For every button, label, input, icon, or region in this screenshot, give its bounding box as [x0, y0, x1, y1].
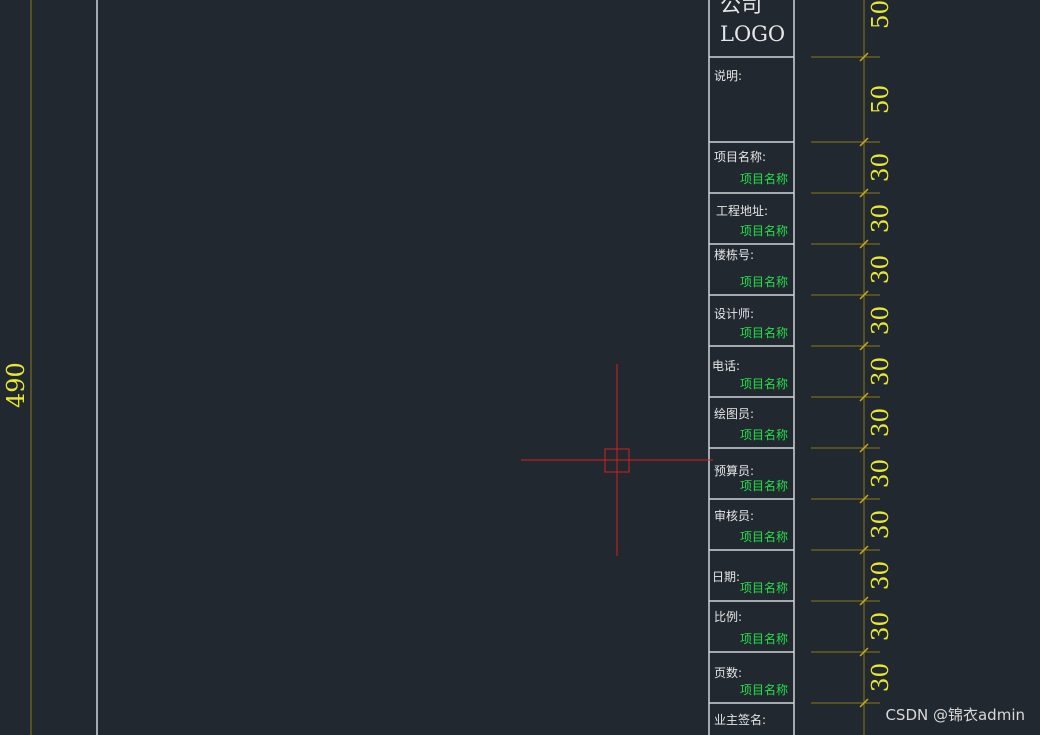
dimension-text: 30 — [868, 255, 894, 284]
title-block-label: 审核员: — [714, 509, 755, 523]
title-block-value[interactable]: 项目名称 — [740, 273, 788, 290]
drawing-canvas[interactable]: 490 50 50 30 30 30 30 30 30 30 30 30 30 30 — [0, 0, 1040, 735]
dimension-text: 30 — [868, 612, 894, 641]
logo-line-1: 公司 — [720, 0, 762, 17]
title-block-label: 楼栋号: — [714, 248, 755, 262]
title-block-value[interactable]: 项目名称 — [740, 681, 788, 698]
title-block-value[interactable]: 项目名称 — [740, 170, 788, 187]
title-block-value[interactable]: 项目名称 — [740, 324, 788, 341]
title-block-value[interactable]: 项目名称 — [740, 222, 788, 239]
dimension-text: 30 — [868, 204, 894, 233]
title-block-label: 项目名称: — [714, 150, 767, 164]
title-block-value[interactable]: 项目名称 — [740, 528, 788, 545]
title-block-label: 业主签名: — [714, 713, 767, 727]
title-block-label: 日期: — [712, 570, 741, 584]
dimension-text: 30 — [868, 459, 894, 488]
dimension-text: 30 — [868, 408, 894, 437]
title-block-label: 设计师: — [714, 307, 755, 321]
watermark: CSDN @锦衣admin — [885, 706, 1025, 724]
left-dimension-text: 490 — [2, 362, 30, 408]
dimension-text: 30 — [868, 153, 894, 182]
title-block-label: 比例: — [714, 610, 743, 624]
title-block-label: 工程地址: — [716, 204, 769, 218]
crosshair-cursor — [521, 364, 713, 556]
dimension-text: 30 — [868, 510, 894, 539]
title-block-label: 绘图员: — [714, 407, 755, 421]
title-block-value[interactable]: 项目名称 — [740, 579, 788, 596]
dimension-text: 30 — [868, 306, 894, 335]
title-block-value[interactable]: 项目名称 — [740, 375, 788, 392]
title-block-label: 说明: — [714, 69, 743, 83]
logo-line-2: LOGO — [720, 22, 786, 46]
dimension-text: 30 — [868, 663, 894, 692]
title-block-value[interactable]: 项目名称 — [740, 630, 788, 647]
dimension-text: 50 — [868, 0, 894, 29]
title-block-label: 电话: — [712, 359, 741, 373]
dimension-text: 30 — [868, 561, 894, 590]
dimension-text: 30 — [868, 357, 894, 386]
title-block-value[interactable]: 项目名称 — [740, 477, 788, 494]
dimension-text: 50 — [868, 85, 894, 114]
title-block-value[interactable]: 项目名称 — [740, 426, 788, 443]
title-block-label: 页数: — [714, 666, 743, 680]
